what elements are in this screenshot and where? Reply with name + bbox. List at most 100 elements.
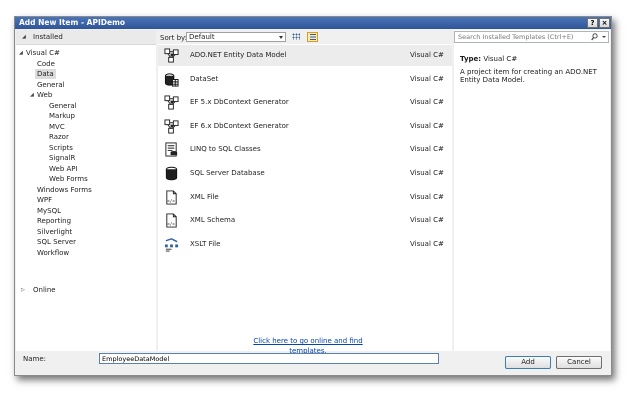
xslt-icon [164,237,179,252]
tree-item-label: Data [37,70,54,78]
tree-item-label: Code [37,59,55,68]
dataset-icon [164,72,179,87]
help-button[interactable]: ? [587,18,598,28]
entity-model-icon [164,48,179,63]
template-row[interactable]: XSLT File Visual C# [158,234,452,255]
template-row[interactable]: LINQ to SQL Classes Visual C# [158,139,452,160]
tree-item[interactable]: Windows Forms [37,185,92,195]
tree-item-label: General [37,80,65,89]
collapse-triangle-icon[interactable]: ◢ [19,48,23,58]
template-name: SQL Server Database [190,169,265,177]
tree-item-label: WPF [37,196,53,204]
tree-item[interactable]: Scripts [49,143,73,153]
template-language: Visual C# [410,121,444,130]
linq-icon [164,142,179,157]
tree-item-label: Web [37,91,53,99]
tree-item-label: Razor [49,133,69,141]
template-row[interactable]: EF 6.x DbContext Generator Visual C# [158,116,452,137]
grid-icon [292,33,300,40]
tree-item-label: Scripts [49,143,73,152]
tree-item[interactable]: Data [35,69,56,79]
installed-header[interactable]: ◢ Installed [16,30,156,45]
entity-model-icon [164,119,179,134]
small-icons-view-button[interactable] [291,32,302,42]
type-value: Visual C# [483,55,518,63]
search-options-chevron-icon[interactable] [602,36,606,38]
tree-item-label: SignalR [49,154,76,162]
tree-item-label: Web Forms [49,175,88,183]
sort-dropdown[interactable]: Default [186,32,286,42]
collapse-triangle-icon: ◢ [22,34,26,40]
type-key: Type: [460,55,482,63]
template-language: Visual C# [410,74,444,83]
details-pane: Type: Visual C# A project item for creat… [454,30,610,351]
tree-item[interactable]: General [49,101,77,111]
list-icon [310,34,316,40]
tree-item[interactable]: WPF [37,195,52,205]
tree-item-label: Workflow [37,248,70,257]
template-language: Visual C# [410,145,444,154]
cancel-button[interactable]: Cancel [556,356,602,369]
tree-item[interactable]: Workflow [37,248,69,258]
title-bar[interactable]: Add New Item - APIDemo ? × [15,17,611,29]
search-box[interactable] [454,31,609,43]
name-label: Name: [23,355,47,363]
tree-item[interactable]: Razor [49,132,69,142]
entity-model-icon [164,95,179,110]
tree-item-label: MySQL [37,206,62,215]
tree-item-label: Windows Forms [37,185,92,194]
search-input[interactable] [456,32,590,42]
template-name: XML File [190,192,219,201]
template-row[interactable]: SQL Server Database Visual C# [158,163,452,184]
tree-item-label: MVC [49,122,65,131]
tree-item-label: Silverlight [37,227,73,236]
template-language: Visual C# [410,169,444,177]
collapse-triangle-icon[interactable]: ◢ [30,90,34,100]
tree-item[interactable]: SignalR [49,153,75,163]
name-input[interactable] [99,353,439,364]
tree-item[interactable]: MySQL [37,206,61,216]
xml-file-icon: </> [164,213,179,228]
xml-file-icon: </> [164,190,179,205]
template-name: XML Schema [190,216,236,225]
tree-item-label: Reporting [37,217,72,225]
add-button[interactable]: Add [505,356,551,369]
tree-item[interactable]: MVC [49,122,65,132]
close-button[interactable]: × [599,18,610,28]
template-name: XSLT File [190,239,221,248]
tree-item[interactable]: Web Forms [49,174,88,184]
tree-item[interactable]: SQL Server [37,237,76,247]
tree-item-label: General [49,101,77,110]
tree-item-label: Markup [49,112,75,120]
category-pane: ◢ Installed ◢ Visual C# Code Data General ◢ We… [16,30,156,351]
search-icon[interactable] [591,33,598,41]
template-name: EF 5.x DbContext Generator [190,98,289,107]
list-view-button[interactable] [307,32,318,42]
tree-item[interactable]: ◢ Web [30,90,53,100]
tree-item-label: Web API [49,164,78,173]
svg-text:</>: </> [167,222,175,227]
template-row[interactable]: EF 5.x DbContext Generator Visual C# [158,92,452,113]
template-row[interactable]: ADO.NET Entity Data Model Visual C# [158,45,452,66]
template-row[interactable]: DataSet Visual C# [158,69,452,90]
tree-item[interactable]: Reporting [37,216,71,226]
tree-item[interactable]: Silverlight [37,227,72,237]
template-language: Visual C# [410,192,444,201]
database-icon [164,166,179,181]
template-row[interactable]: </> XML Schema Visual C# [158,210,452,231]
installed-label: Installed [33,33,63,41]
template-name: ADO.NET Entity Data Model [190,51,287,59]
tree-item[interactable]: Web API [49,164,78,174]
window-title: Add New Item - APIDemo [19,18,126,27]
template-pane: Sort by: Default ADO.NET Entity Data Mod… [158,30,452,355]
tree-item[interactable]: ◢ Visual C# [19,48,60,58]
template-description: A project item for creating an ADO.NET E… [460,68,597,84]
sort-value: Default [189,33,215,41]
template-row[interactable]: </> XML File Visual C# [158,187,452,208]
tree-item[interactable]: Markup [49,111,75,121]
template-language: Visual C# [410,51,444,59]
tree-item[interactable]: Code [37,59,55,69]
sort-bar: Sort by: Default [158,30,452,44]
tree-item[interactable]: General [37,80,65,90]
template-language: Visual C# [410,239,444,248]
